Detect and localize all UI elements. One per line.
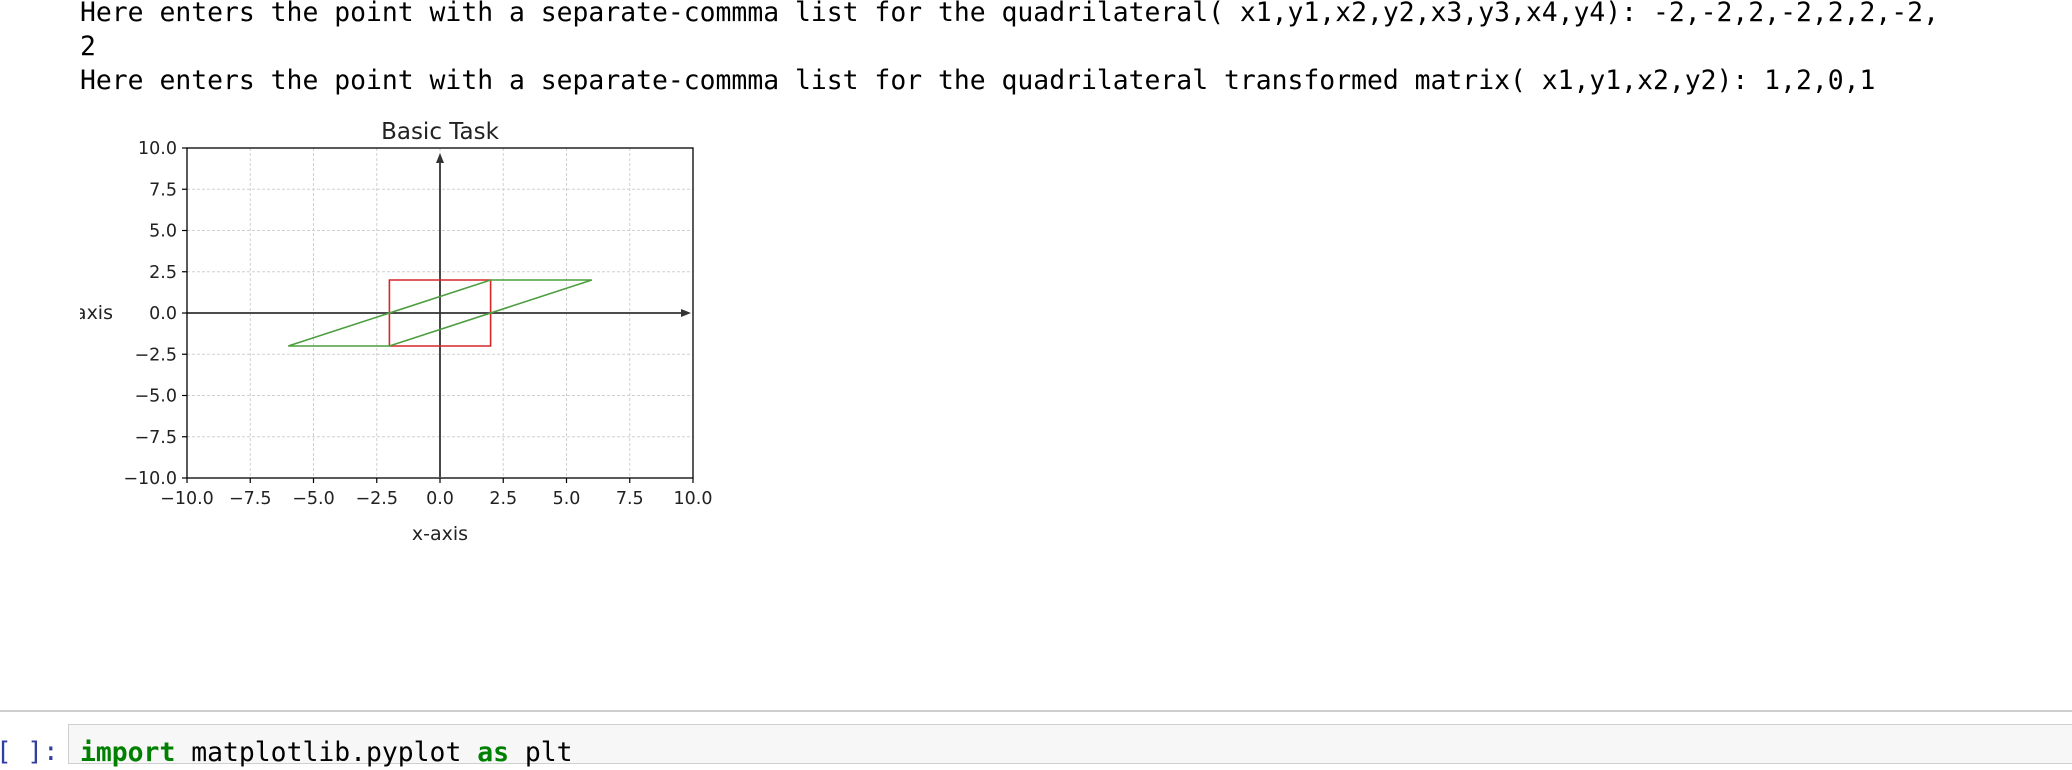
plot-figure: −10.0 −7.5 −5.0 −2.5 0.0 2.5 5.0 7.5 10.0 −10.0 −7… <box>57 116 980 676</box>
stdout-line-transform-matrix: Here enters the point with a separate-co… <box>80 65 1876 96</box>
x-tick-label-7: 7.5 <box>616 489 644 509</box>
x-tick-label-8: 10.0 <box>674 489 713 509</box>
x-tick-label-5: 2.5 <box>489 489 517 509</box>
x-tick-label-2: −5.0 <box>292 489 335 509</box>
axes-arrows <box>187 153 691 477</box>
x-axis-arrow-head <box>681 309 691 317</box>
y-tick-label-7: 7.5 <box>149 180 177 200</box>
y-axis-label: y-axis <box>80 302 113 324</box>
y-tick-label-5: 2.5 <box>149 263 177 283</box>
x-tick-label-4: 0.0 <box>426 489 454 509</box>
y-tick-label-4: 0.0 <box>149 304 177 324</box>
stdout-line-quadrilateral: Here enters the point with a separate-co… <box>80 0 1939 28</box>
x-tick-label-0: −10.0 <box>160 489 214 509</box>
input-prompt: [ ]: <box>0 737 59 767</box>
code-module-name: matplotlib.pyplot <box>175 737 478 768</box>
stdout-line-quadrilateral-wrap: 2 <box>80 31 96 62</box>
ticks-layer: −10.0 −7.5 −5.0 −2.5 0.0 2.5 5.0 7.5 10.0 −10.0 −7… <box>123 139 712 509</box>
x-axis-label: x-axis <box>412 523 468 545</box>
x-tick-label-3: −2.5 <box>356 489 399 509</box>
y-axis-arrow-head <box>436 153 444 163</box>
basic-task-chart: −10.0 −7.5 −5.0 −2.5 0.0 2.5 5.0 7.5 10.0 −10.0 −7… <box>57 119 712 545</box>
y-tick-label-2: −5.0 <box>135 387 178 407</box>
y-tick-label-6: 5.0 <box>149 222 177 242</box>
x-tick-label-1: −7.5 <box>229 489 272 509</box>
x-tick-label-6: 5.0 <box>553 489 581 509</box>
code-keyword-import: import <box>80 737 176 768</box>
y-tick-label-1: −7.5 <box>135 428 178 448</box>
y-tick-label-8: 10.0 <box>138 139 177 159</box>
cell-divider <box>0 710 2072 712</box>
code-line[interactable]: import matplotlib.pyplot as plt <box>80 736 573 770</box>
y-tick-label-3: −2.5 <box>135 345 178 365</box>
code-keyword-as: as <box>477 737 510 768</box>
code-alias: plt <box>509 737 573 768</box>
chart-title: Basic Task <box>381 119 500 145</box>
cell-output-area: Here enters the point with a separate-co… <box>0 0 2072 712</box>
y-tick-label-0: −10.0 <box>123 469 177 489</box>
